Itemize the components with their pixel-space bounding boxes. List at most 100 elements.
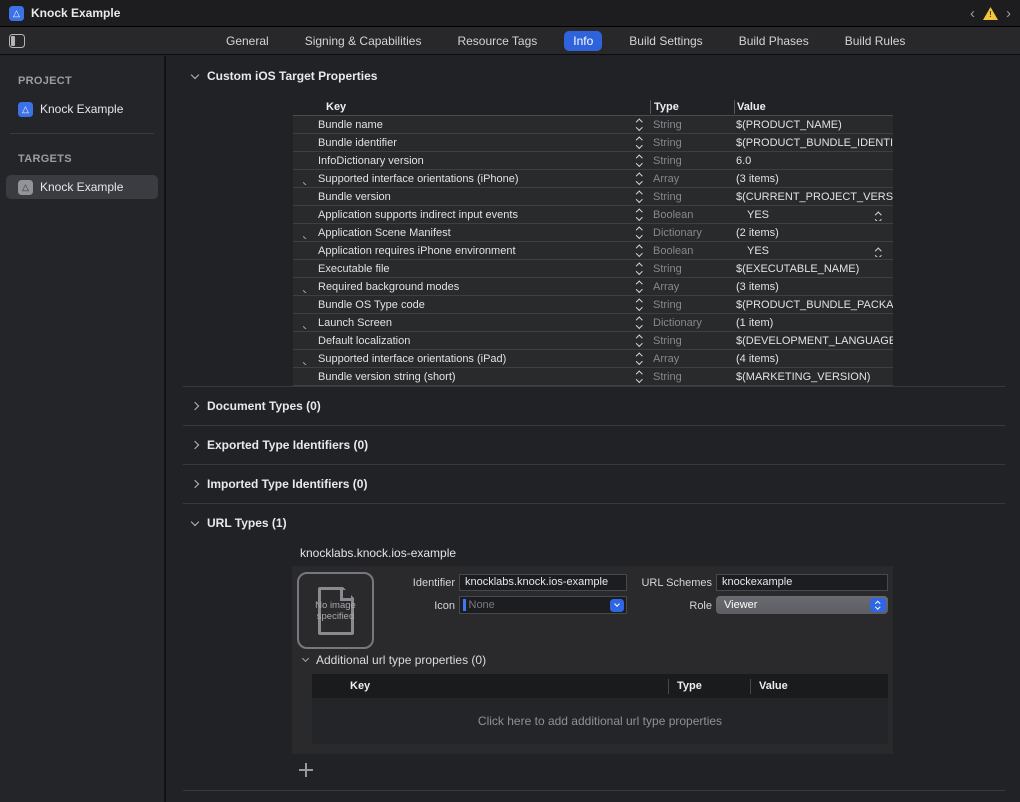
back-chevron-icon[interactable]: ‹ bbox=[969, 6, 976, 21]
key-stepper-icon[interactable] bbox=[637, 210, 642, 219]
key-stepper-icon[interactable] bbox=[637, 156, 642, 165]
key-stepper-icon[interactable] bbox=[637, 282, 642, 291]
tab-build-phases[interactable]: Build Phases bbox=[730, 31, 818, 51]
key-stepper-icon[interactable] bbox=[637, 336, 642, 345]
property-key: Bundle version bbox=[318, 191, 391, 203]
url-schemes-field[interactable]: knockexample bbox=[716, 574, 888, 591]
table-row-application-requires-iphone-environment[interactable]: Application requires iPhone environmentB… bbox=[293, 242, 893, 260]
property-value-cell[interactable]: (3 items) bbox=[734, 173, 893, 185]
tab-signing-capabilities[interactable]: Signing & Capabilities bbox=[296, 31, 431, 51]
table-row-application-scene-manifest[interactable]: Application Scene ManifestDictionary(2 i… bbox=[293, 224, 893, 242]
key-stepper-icon[interactable] bbox=[637, 300, 642, 309]
property-value-cell[interactable]: 6.0 bbox=[734, 155, 893, 167]
chevron-right-icon bbox=[191, 480, 199, 488]
table-row-launch-screen[interactable]: Launch ScreenDictionary(1 item) bbox=[293, 314, 893, 332]
table-row-bundle-identifier[interactable]: Bundle identifierString$(PRODUCT_BUNDLE_… bbox=[293, 134, 893, 152]
chevron-right-icon[interactable] bbox=[301, 359, 306, 365]
section-imported-type-identifiers[interactable]: Imported Type Identifiers (0) bbox=[192, 476, 1020, 492]
role-popup-value: Viewer bbox=[724, 599, 870, 611]
additional-properties-disclosure[interactable]: Additional url type properties (0) bbox=[303, 653, 486, 667]
target-icon: △ bbox=[18, 180, 33, 195]
chevron-right-icon[interactable] bbox=[301, 323, 306, 329]
sidebar-divider bbox=[10, 133, 154, 134]
table-row-supported-interface-orientations-iphone[interactable]: Supported interface orientations (iPhone… bbox=[293, 170, 893, 188]
table-row-executable-file[interactable]: Executable fileString$(EXECUTABLE_NAME) bbox=[293, 260, 893, 278]
property-value-cell[interactable]: $(EXECUTABLE_NAME) bbox=[734, 263, 893, 275]
key-stepper-icon[interactable] bbox=[637, 138, 642, 147]
property-value-cell[interactable]: YES bbox=[734, 209, 893, 221]
property-key: Executable file bbox=[318, 263, 390, 275]
table-row-bundle-version[interactable]: Bundle versionString$(CURRENT_PROJECT_VE… bbox=[293, 188, 893, 206]
window-title: Knock Example bbox=[31, 6, 120, 20]
property-value-cell[interactable]: $(PRODUCT_NAME) bbox=[734, 119, 893, 131]
property-value-cell[interactable]: (3 items) bbox=[734, 281, 893, 293]
key-stepper-icon[interactable] bbox=[637, 354, 642, 363]
icon-label: Icon bbox=[355, 600, 455, 612]
property-key: Application Scene Manifest bbox=[318, 227, 451, 239]
tab-resource-tags[interactable]: Resource Tags bbox=[448, 31, 546, 51]
chevron-right-icon bbox=[191, 402, 199, 410]
property-value: (3 items) bbox=[736, 281, 779, 293]
section-title: Custom iOS Target Properties bbox=[207, 69, 377, 83]
property-value: $(CURRENT_PROJECT_VERSION) bbox=[736, 191, 893, 203]
sidebar-toggle-icon[interactable] bbox=[9, 34, 25, 48]
property-value-cell[interactable]: $(MARKETING_VERSION) bbox=[734, 371, 893, 383]
key-stepper-icon[interactable] bbox=[637, 192, 642, 201]
icon-combobox[interactable]: None bbox=[459, 596, 627, 614]
table-row-required-background-modes[interactable]: Required background modesArray(3 items) bbox=[293, 278, 893, 296]
property-value-cell[interactable]: $(PRODUCT_BUNDLE_IDENTIFIER) bbox=[734, 137, 893, 149]
property-key: Application requires iPhone environment bbox=[318, 245, 516, 257]
chevron-right-icon[interactable] bbox=[301, 233, 306, 239]
tab-general[interactable]: General bbox=[217, 31, 278, 51]
property-value-cell[interactable]: $(DEVELOPMENT_LANGUAGE) bbox=[734, 335, 893, 347]
value-stepper-icon[interactable] bbox=[876, 249, 881, 257]
value-stepper-icon[interactable] bbox=[876, 213, 881, 221]
property-key: Launch Screen bbox=[318, 317, 392, 329]
table-row-supported-interface-orientations-ipad[interactable]: Supported interface orientations (iPad)A… bbox=[293, 350, 893, 368]
warning-icon[interactable]: ! bbox=[983, 7, 998, 20]
key-stepper-icon[interactable] bbox=[637, 372, 642, 381]
key-stepper-icon[interactable] bbox=[637, 318, 642, 327]
property-value-cell[interactable]: (4 items) bbox=[734, 353, 893, 365]
table-row-application-supports-indirect-input-events[interactable]: Application supports indirect input even… bbox=[293, 206, 893, 224]
icon-combobox-value: None bbox=[469, 599, 611, 611]
property-type: Boolean bbox=[650, 209, 734, 221]
property-value-cell[interactable]: $(CURRENT_PROJECT_VERSION) bbox=[734, 191, 893, 203]
sidebar-item-targets-knock-example[interactable]: △Knock Example bbox=[6, 175, 158, 199]
property-value-cell[interactable]: (2 items) bbox=[734, 227, 893, 239]
sidebar-item-project-knock-example[interactable]: △Knock Example bbox=[6, 97, 158, 121]
add-url-type-button[interactable] bbox=[299, 763, 313, 777]
property-value-cell[interactable]: (1 item) bbox=[734, 317, 893, 329]
chevron-right-icon[interactable] bbox=[301, 179, 306, 185]
text-caret bbox=[463, 599, 466, 611]
table-row-bundle-os-type-code[interactable]: Bundle OS Type codeString$(PRODUCT_BUNDL… bbox=[293, 296, 893, 314]
identifier-field[interactable]: knocklabs.knock.ios-example bbox=[459, 574, 627, 591]
property-value-cell[interactable]: YES bbox=[734, 245, 893, 257]
table-row-bundle-version-string-short[interactable]: Bundle version string (short)String$(MAR… bbox=[293, 368, 893, 386]
key-stepper-icon[interactable] bbox=[637, 264, 642, 273]
role-popup[interactable]: Viewer bbox=[716, 596, 888, 614]
property-key: Supported interface orientations (iPad) bbox=[318, 353, 506, 365]
forward-chevron-icon[interactable]: › bbox=[1005, 6, 1012, 21]
section-exported-type-identifiers[interactable]: Exported Type Identifiers (0) bbox=[192, 437, 1020, 453]
tab-info[interactable]: Info bbox=[564, 31, 602, 51]
key-stepper-icon[interactable] bbox=[637, 174, 642, 183]
key-stepper-icon[interactable] bbox=[637, 120, 642, 129]
table-row-bundle-name[interactable]: Bundle nameString$(PRODUCT_NAME) bbox=[293, 116, 893, 134]
tab-build-rules[interactable]: Build Rules bbox=[836, 31, 915, 51]
section-custom-ios-properties[interactable]: Custom iOS Target Properties bbox=[192, 68, 1020, 84]
key-stepper-icon[interactable] bbox=[637, 246, 642, 255]
additional-table-empty-row[interactable]: Click here to add additional url type pr… bbox=[312, 698, 888, 744]
table-row-default-localization[interactable]: Default localizationString$(DEVELOPMENT_… bbox=[293, 332, 893, 350]
tab-build-settings[interactable]: Build Settings bbox=[620, 31, 711, 51]
section-document-types[interactable]: Document Types (0) bbox=[192, 398, 1020, 414]
property-key: Bundle OS Type code bbox=[318, 299, 425, 311]
property-key: Application supports indirect input even… bbox=[318, 209, 518, 221]
section-url-types[interactable]: URL Types (1) bbox=[192, 515, 1020, 531]
property-type: String bbox=[650, 155, 734, 167]
property-value-cell[interactable]: $(PRODUCT_BUNDLE_PACKAGE_TYPE) bbox=[734, 299, 893, 311]
property-key: Bundle identifier bbox=[318, 137, 397, 149]
key-stepper-icon[interactable] bbox=[637, 228, 642, 237]
table-row-infodictionary-version[interactable]: InfoDictionary versionString6.0 bbox=[293, 152, 893, 170]
chevron-right-icon[interactable] bbox=[301, 287, 306, 293]
